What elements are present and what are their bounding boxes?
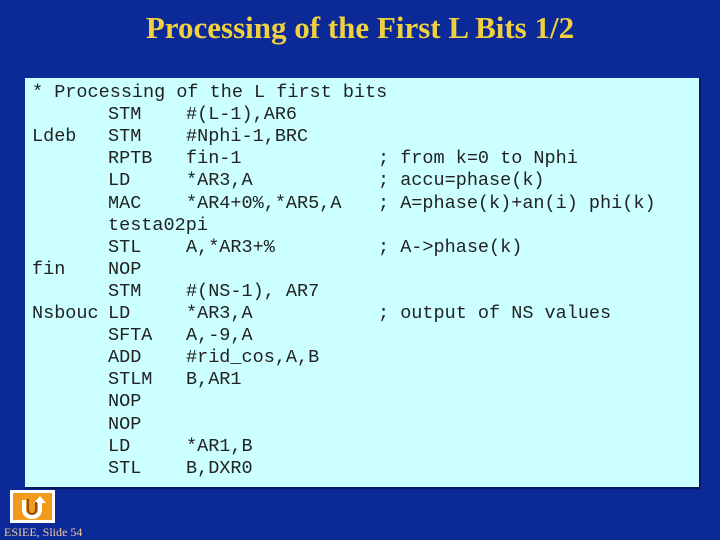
code-line: MAC *AR4+0%,*AR5,A ; A=phase(k)+an(i) phi(… — [25, 193, 699, 215]
code-operands: #Nphi-1,BRC — [186, 126, 309, 148]
code-line: STL A,*AR3+% ; A->phase(k) — [25, 237, 699, 259]
code-label: Nsbouc — [32, 303, 99, 324]
code-mnemonic: testa02pi — [108, 214, 208, 236]
code-mnemonic: STM — [108, 104, 142, 126]
code-line: STM #(L-1),AR6 — [25, 104, 699, 126]
code-line: ADD #rid_cos,A,B — [25, 347, 699, 369]
code-mnemonic: STM — [108, 126, 142, 148]
code-line: fin NOP — [25, 259, 699, 281]
code-line: STM #(NS-1), AR7 — [25, 281, 699, 303]
code-operands: #(NS-1), AR7 — [186, 280, 320, 302]
code-label: Ldeb — [32, 126, 77, 148]
slide-footer: ESIEE, Slide 54 — [4, 525, 83, 539]
slide-title: Processing of the First L Bits 1/2 — [145, 10, 575, 45]
code-mnemonic: STM — [108, 280, 142, 302]
code-line: RPTB fin-1 ; from k=0 to Nphi — [25, 148, 699, 170]
code-mnemonic: STL — [108, 457, 142, 479]
code-line: Nsbouc LD *AR3,A ; output of NS values — [25, 303, 699, 325]
code-operands: fin-1 — [186, 148, 242, 170]
code-mnemonic: SFTA — [108, 325, 153, 347]
code-line: LD *AR1,B — [25, 436, 699, 458]
code-operands: *AR1,B — [186, 435, 253, 457]
code-line: STLM B,AR1 — [25, 369, 699, 391]
code-operands: *AR3,A — [186, 170, 253, 192]
code-line: STL B,DXR0 — [25, 458, 699, 480]
code-line: SFTA A,-9,A — [25, 325, 699, 347]
code-mnemonic: LD — [108, 435, 131, 457]
code-line: testa02pi — [25, 215, 699, 237]
return-arrow-icon — [22, 496, 46, 519]
code-mnemonic: NOP — [108, 391, 142, 413]
code-line: NOP — [25, 414, 699, 436]
code-operands: A,-9,A — [186, 325, 253, 347]
code-comment: ; output of NS values — [378, 303, 612, 324]
code-line: * Processing of the L first bits — [25, 82, 699, 104]
code-mnemonic: STLM — [108, 369, 153, 391]
code-label: fin — [32, 258, 66, 280]
code-operands: A,*AR3+% — [186, 236, 275, 258]
code-operands: *AR3,A — [186, 303, 253, 324]
code-operands: #rid_cos,A,B — [186, 347, 320, 369]
code-line: LD *AR3,A ; accu=phase(k) — [25, 170, 699, 192]
code-mnemonic: ADD — [108, 347, 142, 369]
code-operands: *AR4+0%,*AR5,A — [186, 192, 342, 214]
code-label: * Processing of the L first bits — [32, 82, 388, 103]
code-comment: ; from k=0 to Nphi — [378, 148, 578, 170]
code-mnemonic: MAC — [108, 192, 142, 214]
code-line: Ldeb STM #Nphi-1,BRC — [25, 126, 699, 148]
code-line: NOP — [25, 391, 699, 413]
code-mnemonic: NOP — [108, 258, 142, 280]
code-mnemonic: LD — [108, 303, 131, 324]
code-mnemonic: NOP — [108, 413, 142, 435]
code-comment: ; A=phase(k)+an(i) phi(k) — [378, 192, 656, 214]
code-comment: ; A->phase(k) — [378, 236, 523, 258]
code-operands: B,DXR0 — [186, 457, 253, 479]
code-operands: B,AR1 — [186, 369, 242, 391]
code-mnemonic: LD — [108, 170, 131, 192]
code-mnemonic: STL — [108, 236, 142, 258]
code-mnemonic: RPTB — [108, 148, 153, 170]
code-operands: #(L-1),AR6 — [186, 104, 298, 126]
home-button[interactable] — [10, 490, 55, 523]
code-listing: * Processing of the L first bits STM #(L-1… — [25, 78, 701, 489]
code-comment: ; accu=phase(k) — [378, 170, 545, 192]
